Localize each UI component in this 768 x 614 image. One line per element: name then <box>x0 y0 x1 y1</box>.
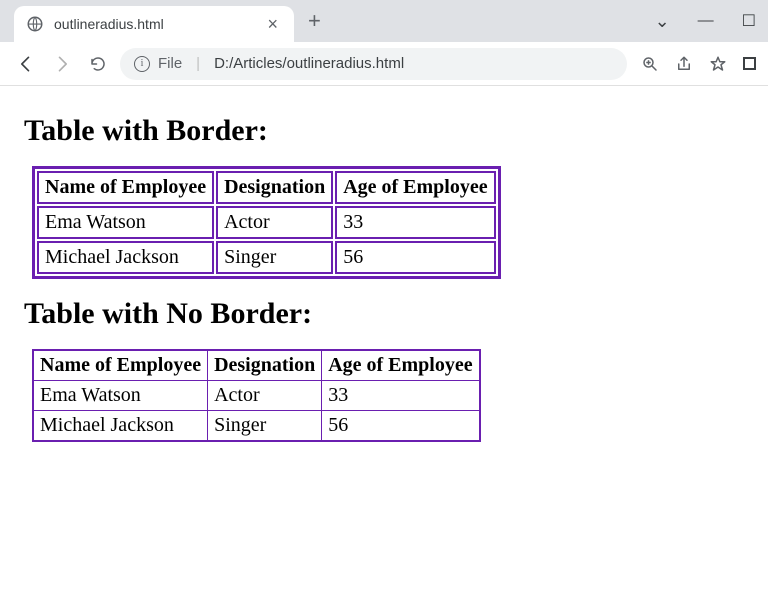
cell-age: 33 <box>322 381 480 411</box>
cell-designation: Actor <box>208 381 322 411</box>
table-row: Michael Jackson Singer 56 <box>37 241 496 274</box>
table-row: Ema Watson Actor 33 <box>33 381 480 411</box>
forward-button[interactable] <box>48 50 76 78</box>
browser-tab[interactable]: outlineradius.html × <box>14 6 294 42</box>
page-content: Table with Border: Name of Employee Desi… <box>0 86 768 452</box>
col-name: Name of Employee <box>37 171 214 204</box>
heading-table-with-border: Table with Border: <box>24 114 744 148</box>
col-designation: Designation <box>208 350 322 381</box>
new-tab-button[interactable]: + <box>294 8 335 34</box>
address-bar: i File | D:/Articles/outlineradius.html <box>0 42 768 86</box>
col-age: Age of Employee <box>322 350 480 381</box>
address-input[interactable]: i File | D:/Articles/outlineradius.html <box>120 48 627 80</box>
cell-age: 56 <box>335 241 495 274</box>
zoom-icon[interactable] <box>641 55 659 73</box>
chevron-down-icon[interactable]: ⌄ <box>655 11 670 32</box>
bookmark-star-icon[interactable] <box>709 55 727 73</box>
toolbar-right-icons <box>635 55 756 73</box>
cell-age: 33 <box>335 206 495 239</box>
table-with-border: Name of Employee Designation Age of Empl… <box>32 166 501 279</box>
cell-name: Michael Jackson <box>33 411 208 442</box>
cell-designation: Singer <box>208 411 322 442</box>
table-no-border: Name of Employee Designation Age of Empl… <box>32 349 481 442</box>
reload-button[interactable] <box>84 50 112 78</box>
maximize-icon[interactable]: ☐ <box>742 11 756 31</box>
col-age: Age of Employee <box>335 171 495 204</box>
cell-age: 56 <box>322 411 480 442</box>
table-header-row: Name of Employee Designation Age of Empl… <box>33 350 480 381</box>
col-name: Name of Employee <box>33 350 208 381</box>
window-controls: ⌄ — ☐ <box>655 11 768 32</box>
url-path: D:/Articles/outlineradius.html <box>214 55 404 72</box>
col-designation: Designation <box>216 171 333 204</box>
table-header-row: Name of Employee Designation Age of Empl… <box>37 171 496 204</box>
cell-name: Ema Watson <box>37 206 214 239</box>
cell-name: Michael Jackson <box>37 241 214 274</box>
back-button[interactable] <box>12 50 40 78</box>
close-tab-icon[interactable]: × <box>263 15 282 33</box>
tab-title: outlineradius.html <box>54 16 263 32</box>
url-scheme: File <box>158 55 182 72</box>
table-row: Ema Watson Actor 33 <box>37 206 496 239</box>
cell-name: Ema Watson <box>33 381 208 411</box>
share-icon[interactable] <box>675 55 693 73</box>
browser-tab-bar: outlineradius.html × + ⌄ — ☐ <box>0 0 768 42</box>
cell-designation: Singer <box>216 241 333 274</box>
reading-list-icon[interactable] <box>743 57 756 70</box>
minimize-icon[interactable]: — <box>698 12 714 30</box>
site-info-icon[interactable]: i <box>134 56 150 72</box>
cell-designation: Actor <box>216 206 333 239</box>
table-row: Michael Jackson Singer 56 <box>33 411 480 442</box>
url-separator: | <box>190 55 206 72</box>
globe-icon <box>26 15 44 33</box>
heading-table-no-border: Table with No Border: <box>24 297 744 331</box>
